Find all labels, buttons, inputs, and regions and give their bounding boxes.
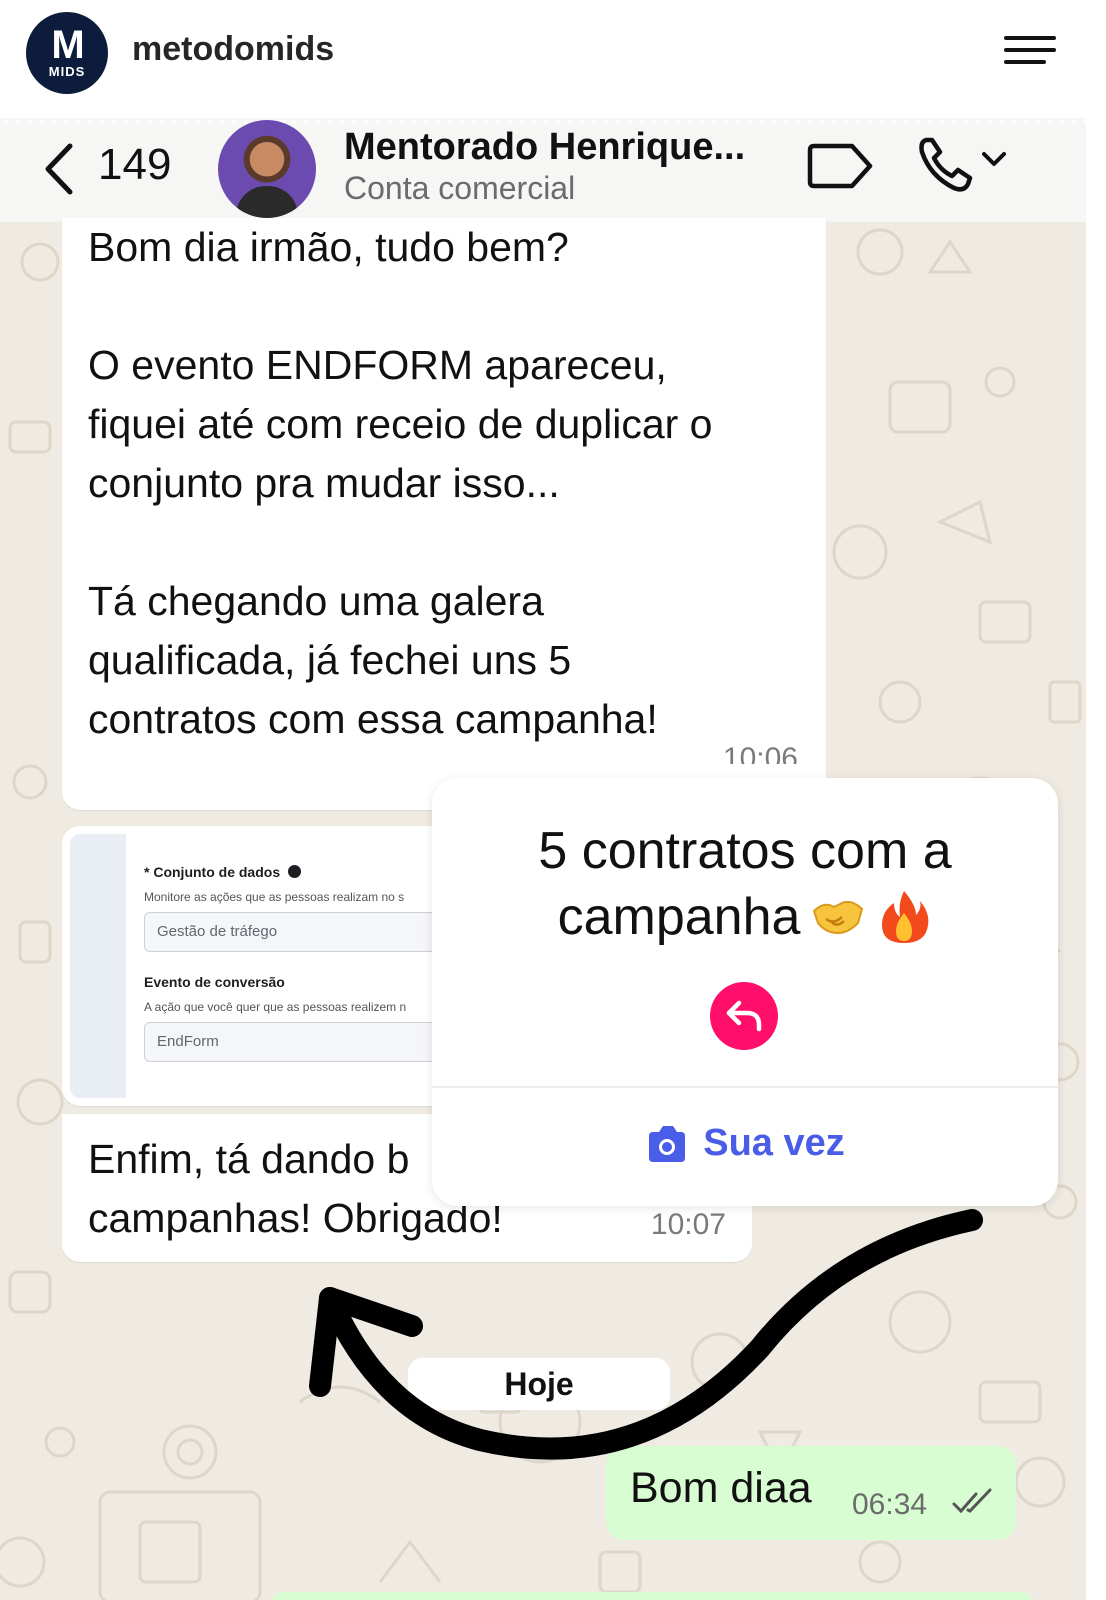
phone-call-icon[interactable]: [916, 132, 1012, 194]
camera-icon: [649, 1125, 686, 1162]
unread-count[interactable]: 149: [98, 140, 171, 190]
form-screenshot: * Conjunto de dados Monitore as ações qu…: [70, 834, 454, 1098]
reply-button[interactable]: [710, 982, 778, 1050]
caption-line-1: 5 contratos com a: [538, 822, 952, 880]
caption-line-2: campanha: [558, 884, 933, 950]
message-time: 10:06: [722, 742, 798, 764]
sua-vez-label: Sua vez: [703, 1122, 845, 1164]
dataset-description: Monitore as ações que as pessoas realiza…: [144, 890, 405, 904]
hamburger-menu-icon[interactable]: [1004, 36, 1056, 66]
header-dotted-edge: [0, 118, 1086, 126]
dataset-label: * Conjunto de dados: [144, 864, 301, 880]
reply-arrow-icon: [726, 1000, 762, 1032]
message-text: Bom dia irmão, tudo bem? O evento ENDFOR…: [88, 224, 713, 742]
contact-subtitle: Conta comercial: [344, 170, 576, 206]
image-message[interactable]: * Conjunto de dados Monitore as ações qu…: [62, 826, 462, 1106]
back-chevron-icon[interactable]: [40, 142, 76, 196]
story-caption: 5 contratos com a campanha: [432, 818, 1058, 950]
outgoing-message[interactable]: Bom diaa 06:34: [606, 1446, 1016, 1540]
dataset-select: Gestão de tráfego: [144, 912, 454, 952]
form-side-strip: [70, 834, 126, 1098]
contact-name[interactable]: Mentorado Henrique...: [344, 126, 745, 169]
avatar-logo-mark: M: [51, 22, 84, 67]
sua-vez-button[interactable]: Sua vez: [432, 1122, 1058, 1165]
avatar-logo-text: MIDS: [48, 63, 86, 79]
handshake-emoji-icon: [813, 900, 864, 935]
caption-word: campanha: [557, 888, 801, 946]
profile-avatar[interactable]: M MIDS: [26, 12, 108, 94]
conversion-event-select: EndForm: [144, 1022, 454, 1062]
conversion-event-description: A ação que você quer que as pessoas real…: [144, 1000, 407, 1014]
story-reply-card: 5 contratos com a campanha Sua vez: [432, 778, 1058, 1206]
contact-avatar[interactable]: [218, 120, 316, 218]
conversion-event-label: Evento de conversão: [144, 974, 285, 990]
message-time: 10:07: [650, 1208, 726, 1241]
profile-username[interactable]: metodomids: [132, 30, 334, 69]
incoming-message[interactable]: Bom dia irmão, tudo bem? O evento ENDFOR…: [62, 218, 826, 810]
outgoing-message-edge: [272, 1592, 1032, 1600]
message-time: 06:34: [852, 1488, 928, 1521]
fire-emoji-icon: [882, 891, 929, 943]
label-tag-icon[interactable]: [806, 140, 876, 192]
info-icon: [288, 865, 301, 878]
double-check-icon: [952, 1488, 992, 1514]
card-divider: [432, 1086, 1058, 1088]
message-text: Bom diaa: [630, 1464, 812, 1512]
date-separator: Hoje: [408, 1358, 670, 1410]
instagram-header: M MIDS metodomids: [0, 0, 1106, 118]
chat-header: 149 Mentorado Henrique... Conta comercia…: [0, 118, 1086, 222]
